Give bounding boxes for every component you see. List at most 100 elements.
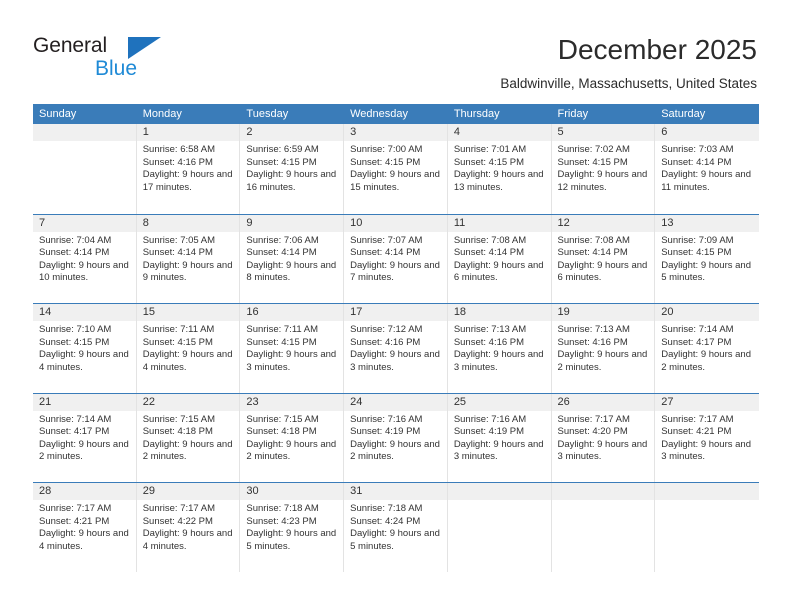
calendar-week-row: 28 Sunrise: 7:17 AM Sunset: 4:21 PM Dayligh…	[33, 482, 759, 572]
day-number: 20	[655, 304, 759, 321]
day-sun-info: Sunrise: 7:05 AM Sunset: 4:14 PM Daylight:…	[137, 232, 240, 285]
day-number	[33, 124, 136, 141]
day-number: 19	[551, 304, 655, 321]
day-sun-info: Sunrise: 7:09 AM Sunset: 4:15 PM Daylight:…	[655, 232, 759, 285]
daylight-text: Daylight: 9 hours and 6 minutes.	[557, 259, 648, 284]
calendar-day-cell[interactable]: 19 Sunrise: 7:13 AM Sunset: 4:16 PM Dayligh…	[551, 304, 656, 393]
day-number	[655, 483, 759, 500]
day-sun-info: Sunrise: 7:06 AM Sunset: 4:14 PM Daylight:…	[240, 232, 343, 285]
day-sun-info: Sunrise: 7:18 AM Sunset: 4:23 PM Daylight:…	[240, 500, 343, 553]
sunset-text: Sunset: 4:15 PM	[39, 336, 110, 348]
day-number: 4	[447, 124, 551, 141]
sunrise-text: Sunrise: 7:13 AM	[453, 324, 527, 335]
sunrise-text: Sunrise: 7:02 AM	[557, 144, 630, 155]
sunset-text: Sunset: 4:14 PM	[39, 247, 110, 259]
calendar-day-cell[interactable]: 18 Sunrise: 7:13 AM Sunset: 4:16 PM Dayligh…	[447, 304, 552, 393]
calendar-day-cell[interactable]: 12 Sunrise: 7:08 AM Sunset: 4:14 PM Dayligh…	[551, 214, 656, 303]
calendar-day-cell[interactable]: 5 Sunrise: 7:02 AM Sunset: 4:15 PM Daylight…	[551, 124, 656, 214]
daylight-text: Daylight: 9 hours and 8 minutes.	[246, 259, 337, 284]
daylight-text: Daylight: 9 hours and 6 minutes.	[453, 259, 544, 284]
sunrise-text: Sunrise: 7:10 AM	[39, 324, 112, 335]
calendar-day-cell[interactable]: 26 Sunrise: 7:17 AM Sunset: 4:20 PM Dayligh…	[551, 393, 656, 482]
sunrise-text: Sunrise: 7:14 AM	[39, 413, 112, 425]
page-title: December 2025	[557, 34, 757, 65]
calendar-day-cell[interactable]: 13 Sunrise: 7:09 AM Sunset: 4:15 PM Dayligh…	[655, 214, 759, 304]
calendar-day-cell-empty	[551, 483, 656, 572]
day-sun-info: Sunrise: 7:18 AM Sunset: 4:24 PM Daylight:…	[344, 500, 447, 553]
calendar-day-cell[interactable]: 6 Sunrise: 7:03 AM Sunset: 4:14 PM Daylight…	[655, 124, 759, 214]
calendar-day-cell[interactable]: 4 Sunrise: 7:01 AM Sunset: 4:15 PM Daylight…	[447, 124, 552, 214]
calendar-day-cell[interactable]: 27 Sunrise: 7:17 AM Sunset: 4:21 PM Dayligh…	[655, 393, 759, 483]
calendar-day-cell[interactable]: 1 Sunrise: 6:58 AM Sunset: 4:16 PM Daylight…	[136, 124, 241, 214]
calendar-day-cell[interactable]: 23 Sunrise: 7:15 AM Sunset: 4:18 PM Dayligh…	[240, 393, 345, 482]
sunset-text: Sunset: 4:16 PM	[453, 336, 525, 348]
sunrise-text: Sunrise: 7:01 AM	[453, 144, 527, 155]
calendar-day-cell[interactable]: 17 Sunrise: 7:12 AM Sunset: 4:16 PM Dayligh…	[344, 304, 448, 393]
sunrise-text: Sunrise: 7:17 AM	[39, 503, 112, 514]
sunset-text: Sunset: 4:18 PM	[246, 426, 317, 438]
sunrise-text: Sunrise: 7:15 AM	[142, 413, 216, 425]
sunset-text: Sunset: 4:15 PM	[246, 336, 317, 348]
sunrise-text: Sunrise: 6:59 AM	[246, 144, 319, 155]
day-number	[551, 483, 655, 500]
day-number	[447, 483, 551, 500]
day-sun-info: Sunrise: 7:02 AM Sunset: 4:15 PM Daylight:…	[552, 141, 655, 194]
sunrise-text: Sunrise: 7:18 AM	[246, 503, 319, 514]
calendar-day-cell[interactable]: 24 Sunrise: 7:16 AM Sunset: 4:19 PM Dayligh…	[344, 393, 448, 482]
day-number: 7	[33, 214, 136, 232]
day-number: 8	[136, 214, 240, 232]
sunset-text: Sunset: 4:16 PM	[557, 336, 628, 348]
calendar-day-cell[interactable]: 25 Sunrise: 7:16 AM Sunset: 4:19 PM Dayligh…	[447, 393, 552, 482]
calendar-day-cell[interactable]: 31 Sunrise: 7:18 AM Sunset: 4:24 PM Dayligh…	[344, 483, 448, 572]
weekday-header-wednesday: Wednesday	[350, 108, 408, 120]
calendar-day-cell[interactable]: 9 Sunrise: 7:06 AM Sunset: 4:14 PM Daylight…	[240, 214, 345, 303]
day-sun-info: Sunrise: 7:15 AM Sunset: 4:18 PM Daylight:…	[240, 411, 343, 464]
daylight-text: Daylight: 9 hours and 7 minutes.	[350, 259, 440, 284]
daylight-text: Daylight: 9 hours and 10 minutes.	[39, 259, 129, 284]
calendar-day-cell[interactable]: 29 Sunrise: 7:17 AM Sunset: 4:22 PM Dayligh…	[136, 483, 241, 572]
day-sun-info: Sunrise: 7:17 AM Sunset: 4:21 PM Daylight:…	[655, 411, 759, 464]
calendar-day-cell[interactable]: 22 Sunrise: 7:15 AM Sunset: 4:18 PM Dayligh…	[136, 393, 241, 482]
daylight-text: Daylight: 9 hours and 4 minutes.	[142, 528, 233, 552]
calendar-day-cell[interactable]: 2 Sunrise: 6:59 AM Sunset: 4:15 PM Daylight…	[240, 124, 345, 214]
day-sun-info: Sunrise: 7:04 AM Sunset: 4:14 PM Daylight:…	[33, 232, 136, 285]
logo-text-general: General	[33, 34, 108, 57]
sunrise-text: Sunrise: 7:17 AM	[142, 503, 216, 514]
sunrise-text: Sunrise: 7:09 AM	[661, 234, 734, 246]
daylight-text: Daylight: 9 hours and 2 minutes.	[39, 438, 129, 463]
sunset-text: Sunset: 4:19 PM	[453, 426, 525, 438]
day-number: 10	[344, 214, 447, 232]
daylight-text: Daylight: 9 hours and 5 minutes.	[350, 528, 440, 552]
daylight-text: Daylight: 9 hours and 16 minutes.	[246, 169, 337, 193]
day-number: 2	[240, 124, 344, 141]
daylight-text: Daylight: 9 hours and 5 minutes.	[246, 528, 337, 552]
calendar-day-cell[interactable]: 7 Sunrise: 7:04 AM Sunset: 4:14 PM Daylight…	[33, 214, 137, 303]
day-number: 28	[33, 483, 136, 500]
calendar-day-cell[interactable]: 3 Sunrise: 7:00 AM Sunset: 4:15 PM Daylight…	[344, 124, 448, 214]
calendar-day-cell[interactable]: 14 Sunrise: 7:10 AM Sunset: 4:15 PM Dayligh…	[33, 304, 137, 393]
calendar-day-cell[interactable]: 11 Sunrise: 7:08 AM Sunset: 4:14 PM Dayligh…	[447, 214, 552, 303]
daylight-text: Daylight: 9 hours and 17 minutes.	[142, 169, 233, 193]
daylight-text: Daylight: 9 hours and 3 minutes.	[350, 349, 440, 373]
day-number: 29	[136, 483, 240, 500]
calendar-day-cell[interactable]: 28 Sunrise: 7:17 AM Sunset: 4:21 PM Dayligh…	[33, 483, 137, 572]
daylight-text: Daylight: 9 hours and 9 minutes.	[142, 259, 233, 284]
calendar-day-cell[interactable]: 8 Sunrise: 7:05 AM Sunset: 4:14 PM Daylight…	[136, 214, 241, 303]
calendar-day-cell[interactable]: 15 Sunrise: 7:11 AM Sunset: 4:15 PM Dayligh…	[136, 304, 241, 393]
calendar-day-cell[interactable]: 30 Sunrise: 7:18 AM Sunset: 4:23 PM Dayligh…	[240, 483, 345, 572]
sunset-text: Sunset: 4:14 PM	[661, 156, 732, 168]
daylight-text: Daylight: 9 hours and 3 minutes.	[453, 349, 544, 373]
day-number: 3	[344, 124, 447, 141]
calendar-week-row: 7 Sunrise: 7:04 AM Sunset: 4:14 PM Daylight…	[33, 213, 759, 304]
calendar-day-cell[interactable]: 16 Sunrise: 7:11 AM Sunset: 4:15 PM Dayligh…	[240, 304, 345, 393]
calendar-day-cell[interactable]: 21 Sunrise: 7:14 AM Sunset: 4:17 PM Dayligh…	[33, 393, 137, 482]
sunrise-text: Sunrise: 6:58 AM	[142, 144, 216, 155]
weekday-header-sunday: Sunday	[39, 108, 77, 120]
calendar-day-cell[interactable]: 20 Sunrise: 7:14 AM Sunset: 4:17 PM Dayligh…	[655, 304, 759, 393]
calendar-day-cell-empty	[33, 124, 137, 214]
daylight-text: Daylight: 9 hours and 3 minutes.	[661, 438, 751, 463]
calendar-day-cell[interactable]: 10 Sunrise: 7:07 AM Sunset: 4:14 PM Dayligh…	[344, 214, 448, 303]
day-number: 16	[240, 304, 344, 321]
day-number: 1	[136, 124, 240, 141]
day-number: 15	[136, 304, 240, 321]
